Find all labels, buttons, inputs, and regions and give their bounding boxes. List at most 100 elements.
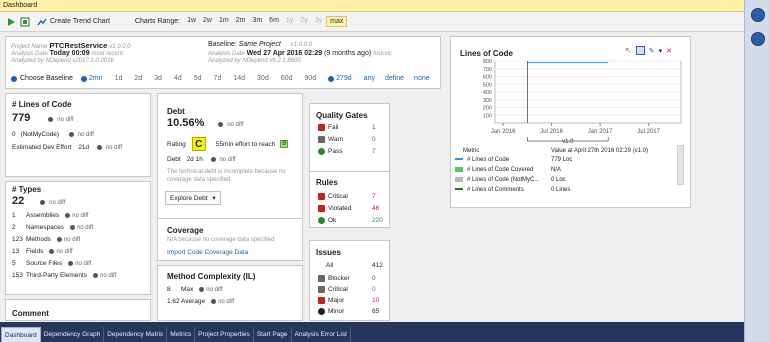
quality-gate-row[interactable]: Warn 0 bbox=[318, 136, 388, 143]
explore-debt-dropdown[interactable]: Explore Debt ▾ bbox=[165, 191, 221, 205]
baseline-option-279d[interactable]: 279d bbox=[328, 75, 352, 82]
baseline-option-define[interactable]: define bbox=[385, 75, 404, 82]
rule-row[interactable]: Critical 7 bbox=[318, 193, 388, 200]
method-complexity-panel[interactable]: Method Complexity (IL) 8 Max no diff 1.62Av… bbox=[157, 265, 303, 321]
dev-effort-label: Estimated Dev Effort bbox=[12, 144, 72, 151]
issue-row[interactable]: Critical 0 bbox=[318, 286, 388, 293]
coverage-panel[interactable]: Coverage N/A because no coverage data sp… bbox=[157, 218, 303, 261]
trend-table-row: # Lines of Comments bbox=[455, 187, 524, 193]
range-option-1y[interactable]: 1y bbox=[283, 16, 296, 27]
baseline-option-label: 5d bbox=[193, 75, 202, 82]
rule-status-icon bbox=[318, 217, 325, 224]
types-row: 2 Namespaces no diff bbox=[12, 224, 93, 231]
baseline-option-4d[interactable]: 4d bbox=[174, 75, 182, 82]
window-icon[interactable] bbox=[751, 8, 765, 22]
cursor-icon[interactable]: ↖ bbox=[625, 46, 632, 55]
trend-series-label: # Lines of Code Covered bbox=[467, 167, 534, 174]
trend-chart[interactable]: 100200300400500600700800Jan 2016 Jul 2016… bbox=[455, 59, 685, 149]
rule-value: 7 bbox=[372, 193, 376, 200]
range-option-6m[interactable]: 6m bbox=[266, 16, 282, 27]
issue-status-icon bbox=[318, 286, 325, 293]
trend-chart-panel[interactable]: Lines of Code ↖ ✎ ▾ ✕ 100 200 300 400 500 600… bbox=[450, 36, 691, 208]
lines-of-code-panel[interactable]: # Lines of Code 779 no diff 0 (NotMyCode… bbox=[5, 93, 151, 177]
project-name: PTCRestService bbox=[49, 41, 108, 50]
types-row-no-diff: no diff bbox=[100, 273, 117, 279]
menu-icon[interactable]: ▾ bbox=[659, 47, 663, 55]
run-icon[interactable] bbox=[6, 17, 16, 27]
baseline-option-5d[interactable]: 5d bbox=[194, 75, 202, 82]
edit-icon[interactable]: ✎ bbox=[649, 47, 655, 55]
rule-row[interactable]: Violated 46 bbox=[318, 205, 388, 212]
rules-panel[interactable]: Rules Critical 7 Violated 46 Ok 220 bbox=[309, 171, 390, 228]
no-diff-icon bbox=[93, 272, 99, 278]
rules-title: Rules bbox=[316, 178, 338, 187]
baseline-option-60d[interactable]: 60d bbox=[281, 75, 293, 82]
y-tick-label: 800 bbox=[483, 59, 492, 65]
target-rating-badge: B bbox=[280, 140, 289, 148]
trend-chart-icon bbox=[37, 18, 47, 25]
tab-dependency-matrix[interactable]: Dependency Matrix bbox=[104, 327, 168, 342]
baseline-option-30d[interactable]: 30d bbox=[257, 75, 269, 82]
tab-dependency-graph[interactable]: Dependency Graph bbox=[41, 327, 105, 342]
issue-row[interactable]: Major 10 bbox=[318, 297, 388, 304]
baseline-option-1d[interactable]: 1d bbox=[115, 75, 123, 82]
import-coverage-link[interactable]: Import Code Coverage Data bbox=[167, 249, 248, 256]
range-option-2y[interactable]: 2y bbox=[297, 16, 310, 27]
range-option-max[interactable]: max bbox=[326, 16, 348, 27]
baseline-option-none[interactable]: none bbox=[414, 75, 430, 82]
quality-gate-label: Warn bbox=[328, 136, 344, 144]
range-option-2w[interactable]: 2w bbox=[200, 16, 215, 27]
y-tick-label: 100 bbox=[483, 113, 492, 119]
not-my-code-value: 0 bbox=[12, 131, 16, 138]
complexity-no-diff: no diff bbox=[218, 299, 235, 305]
explore-debt-label: Explore Debt bbox=[170, 195, 208, 202]
right-side-panel bbox=[744, 0, 769, 342]
baseline-option-2mn[interactable]: 2mn bbox=[80, 75, 103, 82]
tab-analysis-error-list[interactable]: Analysis Error List bbox=[292, 327, 351, 342]
rule-value: 46 bbox=[372, 205, 380, 212]
range-option-2m[interactable]: 2m bbox=[233, 16, 249, 27]
baseline-options: 2mn 1d 2d 3d 4d 5d 7d 14d 30d 60d 90d 279d any define… bbox=[80, 75, 440, 82]
comment-panel[interactable]: Comment bbox=[5, 299, 151, 321]
baseline-date-label: Analysis Date bbox=[208, 51, 245, 57]
types-row-count: 153 bbox=[12, 272, 23, 279]
range-option-3y[interactable]: 3y bbox=[312, 16, 325, 27]
baseline-option-90d[interactable]: 90d bbox=[304, 75, 316, 82]
baseline-option-7d[interactable]: 7d bbox=[214, 75, 222, 82]
settings-icon[interactable] bbox=[751, 32, 765, 46]
baseline-option-label: 2d bbox=[134, 75, 143, 82]
window-title: Dashboard bbox=[0, 0, 744, 12]
tab-dashboard[interactable]: Dashboard bbox=[1, 327, 41, 342]
baseline-option-any[interactable]: any bbox=[364, 75, 375, 82]
baseline-option-3d[interactable]: 3d bbox=[154, 75, 162, 82]
types-row: 5 Source Files no diff bbox=[12, 260, 91, 267]
range-option-3m[interactable]: 3m bbox=[249, 16, 265, 27]
tab-start-page[interactable]: Start Page bbox=[254, 327, 292, 342]
y-tick-label: 200 bbox=[483, 106, 492, 112]
range-option-1m[interactable]: 1m bbox=[216, 16, 232, 27]
quality-gate-row[interactable]: Pass 7 bbox=[318, 148, 388, 155]
baseline-option-14d[interactable]: 14d bbox=[233, 75, 245, 82]
types-row: 1 Assemblies no diff bbox=[12, 212, 88, 219]
close-icon[interactable]: ✕ bbox=[666, 47, 672, 55]
create-trend-chart-button[interactable]: Create Trend Chart bbox=[34, 17, 113, 27]
issue-row[interactable]: Blocker 0 bbox=[318, 275, 388, 282]
trend-series-value: 779 Loc bbox=[551, 157, 573, 163]
zoom-icon[interactable] bbox=[635, 46, 645, 55]
quality-gate-row[interactable]: Fail 1 bbox=[318, 124, 388, 131]
issue-value: 10 bbox=[372, 297, 380, 304]
baseline-option-2d[interactable]: 2d bbox=[134, 75, 142, 82]
trend-table-scrollbar[interactable] bbox=[677, 145, 684, 185]
issue-row[interactable]: Minor 65 bbox=[318, 308, 388, 315]
issues-panel[interactable]: Issues All 412 Blocker 0 Critical 0 Major 10 M… bbox=[309, 240, 390, 321]
export-icon[interactable] bbox=[20, 17, 30, 27]
rule-row[interactable]: Ok 220 bbox=[318, 217, 388, 224]
complexity-row: 1.62Average no diff bbox=[167, 298, 234, 305]
project-info-panel: Project Name PTCRestService v1.0.0.0 Ana… bbox=[5, 36, 441, 89]
types-panel[interactable]: # Types 22 no diff 1 Assemblies no diff 2 Na… bbox=[5, 181, 151, 295]
rating-effort-text: 55min effort to reach bbox=[215, 140, 276, 148]
tab-metrics[interactable]: Metrics bbox=[167, 327, 196, 342]
complexity-value: 8 bbox=[167, 286, 171, 293]
tab-project-properties[interactable]: Project Properties bbox=[195, 327, 254, 342]
range-option-1w[interactable]: 1w bbox=[184, 16, 199, 27]
